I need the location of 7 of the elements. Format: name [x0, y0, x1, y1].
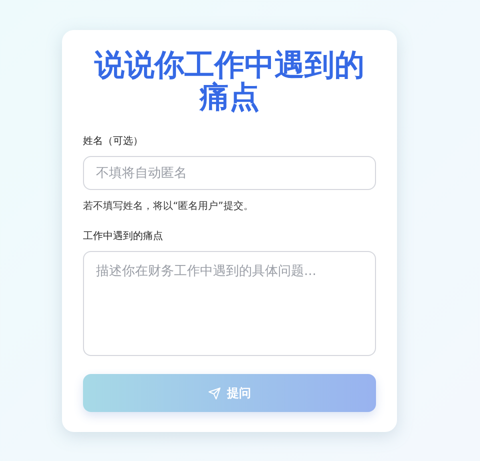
- name-input-field[interactable]: 不填将自动匿名: [83, 156, 376, 190]
- field-label: 姓名（可选）: [83, 134, 144, 148]
- form-title: 说说你工作中遇到的痛点: [93, 50, 366, 114]
- pain-point-textarea[interactable]: 描述你在财务工作中遇到的具体问题...: [83, 251, 376, 356]
- send-icon: [208, 386, 221, 400]
- hint-text: 若不填写姓名，将以“匿名用户”提交。: [83, 200, 254, 214]
- field-label: 工作中遇到的痛点: [83, 230, 164, 244]
